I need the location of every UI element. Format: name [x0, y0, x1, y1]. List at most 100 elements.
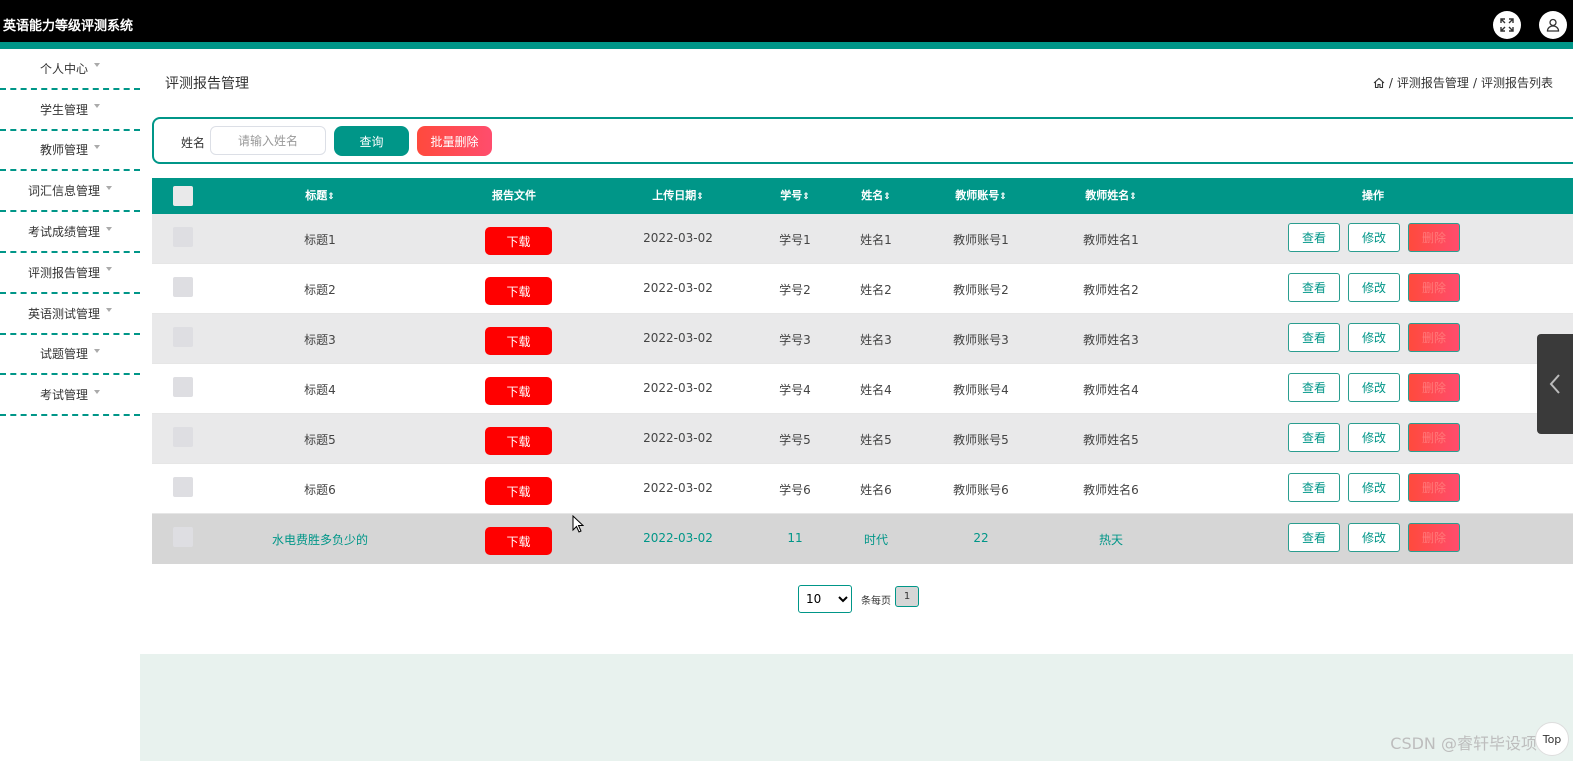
cell-name: 时代	[863, 533, 889, 547]
delete-button[interactable]: 删除	[1408, 273, 1460, 302]
name-search-input[interactable]	[210, 126, 326, 155]
breadcrumb: / 评测报告管理 / 评测报告列表	[1373, 74, 1553, 91]
select-all-checkbox[interactable]	[173, 186, 193, 206]
edit-button[interactable]: 修改	[1348, 523, 1400, 552]
column-header[interactable]: 上传日期⇕	[652, 178, 704, 214]
cell-date: 2022-03-02	[643, 231, 713, 245]
sidebar-item[interactable]: 评测报告管理	[0, 253, 140, 294]
view-button[interactable]: 查看	[1288, 323, 1340, 352]
row-checkbox[interactable]	[173, 427, 193, 447]
view-button[interactable]: 查看	[1288, 223, 1340, 252]
pagination: 102050100 条每页 1	[798, 585, 919, 613]
sidebar-item[interactable]: 考试成绩管理	[0, 212, 140, 253]
delete-button[interactable]: 删除	[1408, 223, 1460, 252]
accent-strip	[0, 42, 1573, 49]
sidebar-item[interactable]: 教师管理	[0, 131, 140, 172]
home-icon[interactable]	[1373, 77, 1385, 89]
sidebar-item-label: 考试管理	[39, 388, 88, 403]
delete-button[interactable]: 删除	[1408, 373, 1460, 402]
cell-student-no: 学号2	[779, 283, 811, 297]
view-button[interactable]: 查看	[1288, 423, 1340, 452]
sort-icon[interactable]: ⇕	[999, 192, 1007, 202]
view-button[interactable]: 查看	[1288, 523, 1340, 552]
query-button[interactable]: 查询	[334, 126, 409, 156]
delete-button[interactable]: 删除	[1408, 473, 1460, 502]
cell-name: 姓名4	[860, 383, 892, 397]
sidebar-item[interactable]: 考试管理	[0, 375, 140, 417]
column-header[interactable]: 学号⇕	[780, 178, 810, 214]
sidebar-item[interactable]: 英语测试管理	[0, 294, 140, 335]
table-header: 标题⇕ 报告文件 上传日期⇕ 学号⇕ 姓名⇕ 教师账号⇕ 教师姓名⇕ 操作	[152, 178, 1573, 214]
caret-down-icon	[94, 63, 100, 68]
view-button[interactable]: 查看	[1288, 373, 1340, 402]
table-row: 标题5 2022-03-02 学号5 姓名5 教师账号5 教师姓名5 下载 查看 修改 删除	[152, 414, 1573, 464]
side-drawer-toggle[interactable]	[1537, 334, 1573, 434]
column-header-label: 教师账号	[955, 189, 1000, 202]
cell-date: 2022-03-02	[643, 481, 713, 495]
cell-teacher-account: 教师账号5	[953, 433, 1009, 447]
delete-button[interactable]: 删除	[1408, 423, 1460, 452]
top-bar: 英语能力等级评测系统	[0, 0, 1573, 42]
sidebar-item[interactable]: 个人中心	[0, 49, 140, 90]
sort-icon[interactable]: ⇕	[327, 192, 335, 202]
footer-area	[140, 654, 1573, 761]
row-checkbox[interactable]	[173, 377, 193, 397]
column-header[interactable]: 姓名⇕	[861, 178, 891, 214]
row-checkbox[interactable]	[173, 277, 193, 297]
sort-icon[interactable]: ⇕	[802, 192, 810, 202]
delete-button[interactable]: 删除	[1408, 523, 1460, 552]
edit-button[interactable]: 修改	[1348, 273, 1400, 302]
edit-button[interactable]: 修改	[1348, 323, 1400, 352]
sidebar-item[interactable]: 学生管理	[0, 90, 140, 131]
cell-title: 标题3	[304, 333, 336, 347]
per-page-label: 条每页	[861, 595, 891, 607]
column-header[interactable]: 标题⇕	[305, 178, 335, 214]
delete-button[interactable]: 删除	[1408, 323, 1460, 352]
download-button[interactable]: 下载	[485, 477, 552, 505]
column-header[interactable]: 教师姓名⇕	[1085, 178, 1137, 214]
sort-icon[interactable]: ⇕	[696, 192, 704, 202]
edit-button[interactable]: 修改	[1348, 473, 1400, 502]
edit-button[interactable]: 修改	[1348, 423, 1400, 452]
breadcrumb-separator: /	[1472, 75, 1477, 90]
cell-name: 姓名5	[860, 433, 892, 447]
cell-date: 2022-03-02	[643, 531, 713, 545]
back-to-top-button[interactable]: Top	[1535, 722, 1569, 756]
view-button[interactable]: 查看	[1288, 473, 1340, 502]
download-button[interactable]: 下载	[485, 427, 552, 455]
download-button[interactable]: 下载	[485, 277, 552, 305]
row-checkbox[interactable]	[173, 227, 193, 247]
edit-button[interactable]: 修改	[1348, 223, 1400, 252]
row-checkbox[interactable]	[173, 327, 193, 347]
download-button[interactable]: 下载	[485, 227, 552, 255]
user-button[interactable]	[1539, 11, 1567, 39]
page-number-button[interactable]: 1	[895, 585, 919, 607]
breadcrumb-item[interactable]: 评测报告管理	[1397, 74, 1469, 91]
row-checkbox[interactable]	[173, 527, 193, 547]
cell-name: 姓名2	[860, 283, 892, 297]
sort-icon[interactable]: ⇕	[883, 192, 891, 202]
edit-button[interactable]: 修改	[1348, 373, 1400, 402]
download-button[interactable]: 下载	[485, 327, 552, 355]
report-table: 标题⇕ 报告文件 上传日期⇕ 学号⇕ 姓名⇕ 教师账号⇕ 教师姓名⇕ 操作 标题1 2022-0…	[152, 178, 1573, 564]
sort-icon[interactable]: ⇕	[1129, 192, 1137, 202]
column-header: 报告文件	[492, 178, 536, 214]
cell-teacher-name: 教师姓名2	[1083, 283, 1139, 297]
download-button[interactable]: 下载	[485, 377, 552, 405]
column-header[interactable]: 教师账号⇕	[955, 178, 1007, 214]
page-size-select[interactable]: 102050100	[798, 585, 852, 613]
cell-student-no: 学号1	[779, 233, 811, 247]
sidebar-item[interactable]: 试题管理	[0, 335, 140, 376]
batch-delete-button[interactable]: 批量删除	[417, 126, 492, 156]
cell-title: 标题2	[304, 283, 336, 297]
cell-student-no: 学号5	[779, 433, 811, 447]
row-checkbox[interactable]	[173, 477, 193, 497]
view-button[interactable]: 查看	[1288, 273, 1340, 302]
download-button[interactable]: 下载	[485, 527, 552, 555]
sidebar-item[interactable]: 词汇信息管理	[0, 171, 140, 213]
column-header: 操作	[1362, 178, 1384, 214]
fullscreen-button[interactable]	[1493, 11, 1521, 39]
cell-student-no: 11	[787, 531, 803, 545]
sidebar-item-label: 词汇信息管理	[27, 184, 100, 199]
sidebar-item-label: 英语测试管理	[27, 306, 100, 321]
